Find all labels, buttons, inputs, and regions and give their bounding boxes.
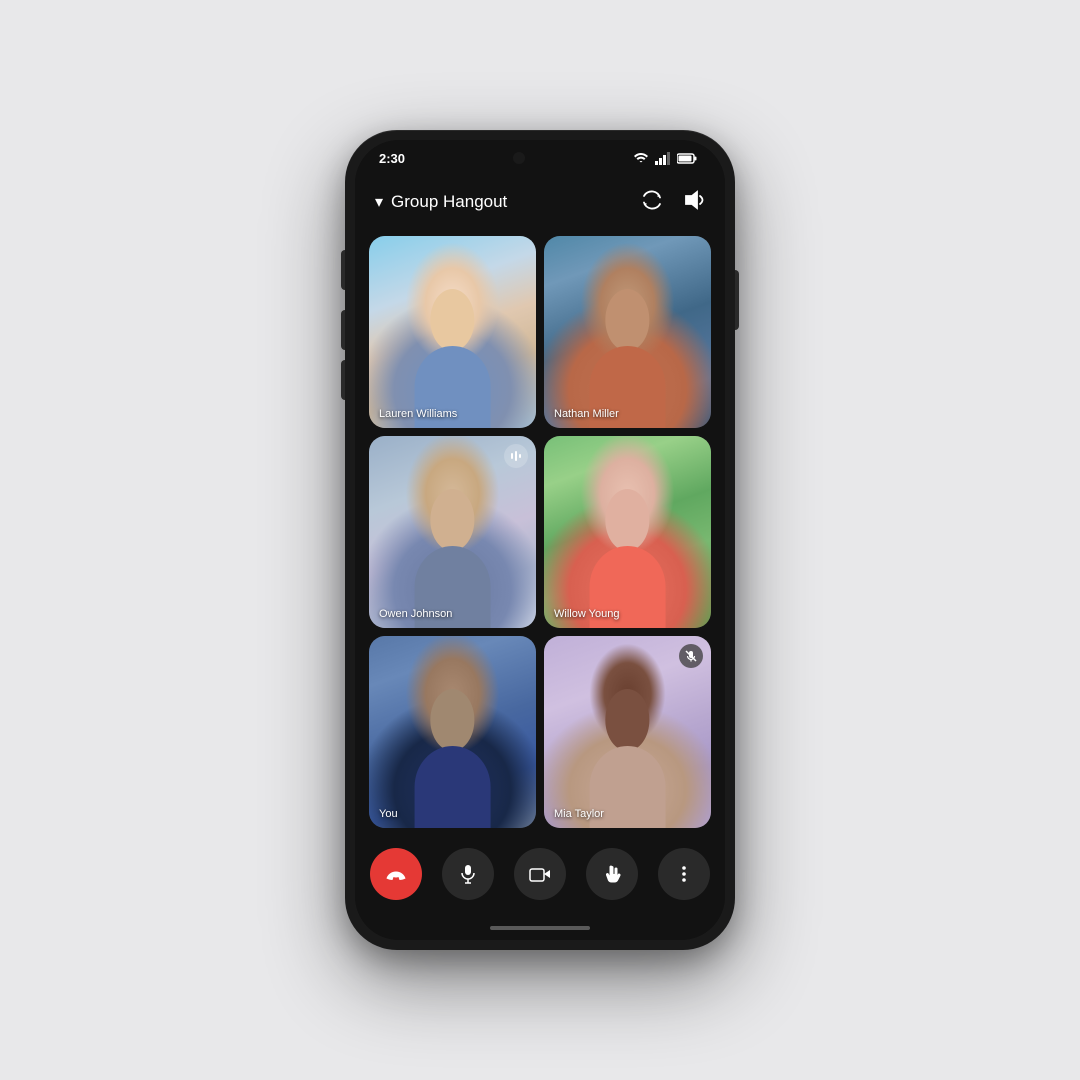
call-title-row: ▾ Group Hangout: [375, 192, 507, 212]
video-grid: Lauren Williams Nathan Miller: [355, 228, 725, 836]
end-call-icon: [385, 863, 407, 885]
person-silhouette: [394, 265, 511, 428]
phone-device: 2:30: [345, 130, 735, 950]
speaking-icon: [510, 450, 522, 462]
camera-notch: [513, 152, 525, 164]
flip-camera-icon[interactable]: [641, 189, 663, 216]
call-header: ▾ Group Hangout: [355, 176, 725, 228]
camera-icon: [529, 865, 551, 883]
speaking-badge: [504, 444, 528, 468]
person-silhouette: [394, 465, 511, 628]
participant-name: Mia Taylor: [554, 808, 604, 820]
video-tile[interactable]: Owen Johnson: [369, 436, 536, 628]
participant-name: Nathan Miller: [554, 408, 619, 420]
camera-button[interactable]: [514, 848, 566, 900]
status-bar: 2:30: [355, 140, 725, 176]
phone-screen: 2:30: [355, 140, 725, 940]
mute-button[interactable]: [442, 848, 494, 900]
speaker-icon[interactable]: [683, 189, 705, 216]
video-tile[interactable]: You: [369, 636, 536, 828]
muted-badge: [679, 644, 703, 668]
call-header-icons: [641, 189, 705, 216]
video-tile[interactable]: Willow Young: [544, 436, 711, 628]
signal-icon: [655, 152, 671, 165]
participant-name: Willow Young: [554, 608, 619, 620]
muted-icon: [685, 650, 697, 662]
more-options-button[interactable]: [658, 848, 710, 900]
more-options-icon: [674, 864, 694, 884]
video-tile[interactable]: Lauren Williams: [369, 236, 536, 428]
call-controls: [355, 836, 725, 916]
participant-name: You: [379, 808, 398, 820]
video-tile[interactable]: Nathan Miller: [544, 236, 711, 428]
chevron-down-icon[interactable]: ▾: [375, 192, 383, 212]
person-silhouette: [569, 465, 686, 628]
battery-icon: [677, 153, 697, 164]
home-bar: [490, 926, 590, 930]
video-tile[interactable]: Mia Taylor: [544, 636, 711, 828]
raise-hand-button[interactable]: [586, 848, 638, 900]
person-silhouette: [569, 665, 686, 828]
call-title: Group Hangout: [391, 192, 507, 212]
end-call-button[interactable]: [370, 848, 422, 900]
home-indicator: [355, 916, 725, 940]
participant-name: Owen Johnson: [379, 608, 452, 620]
microphone-icon: [458, 864, 478, 884]
person-silhouette: [394, 665, 511, 828]
raise-hand-icon: [602, 864, 622, 884]
status-icons: [633, 152, 697, 165]
status-time: 2:30: [379, 151, 405, 166]
participant-name: Lauren Williams: [379, 408, 457, 420]
person-silhouette: [569, 265, 686, 428]
wifi-icon: [633, 152, 649, 165]
